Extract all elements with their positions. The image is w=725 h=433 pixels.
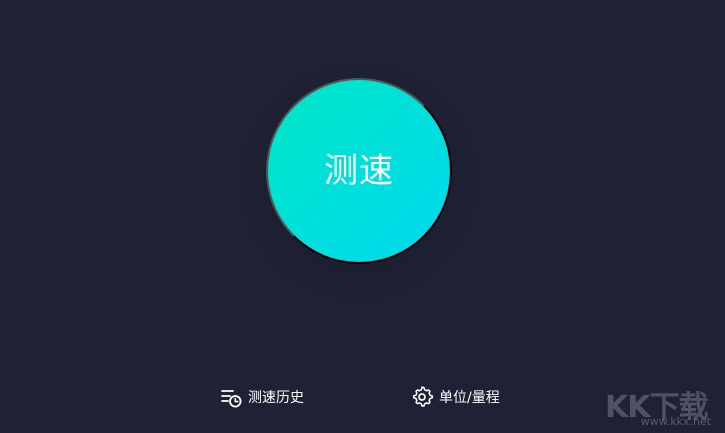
unit-range-button[interactable]: 单位/量程 — [411, 382, 500, 412]
speed-history-button[interactable]: 测速历史 — [220, 382, 304, 412]
gear-icon — [412, 386, 433, 407]
bottom-toolbar: 测速历史 单位/量程 — [0, 382, 725, 412]
watermark-url: www.kkx.net — [640, 415, 711, 428]
speed-history-label: 测速历史 — [248, 390, 304, 406]
speed-test-app: 测速 测速历史 单位/量程 KK下载 www.kkx.net — [0, 0, 725, 433]
unit-range-label: 单位/量程 — [439, 390, 500, 406]
speed-test-button[interactable]: 测速 — [266, 78, 452, 264]
history-list-clock-icon — [221, 390, 242, 408]
speed-test-label: 测速 — [324, 152, 394, 190]
